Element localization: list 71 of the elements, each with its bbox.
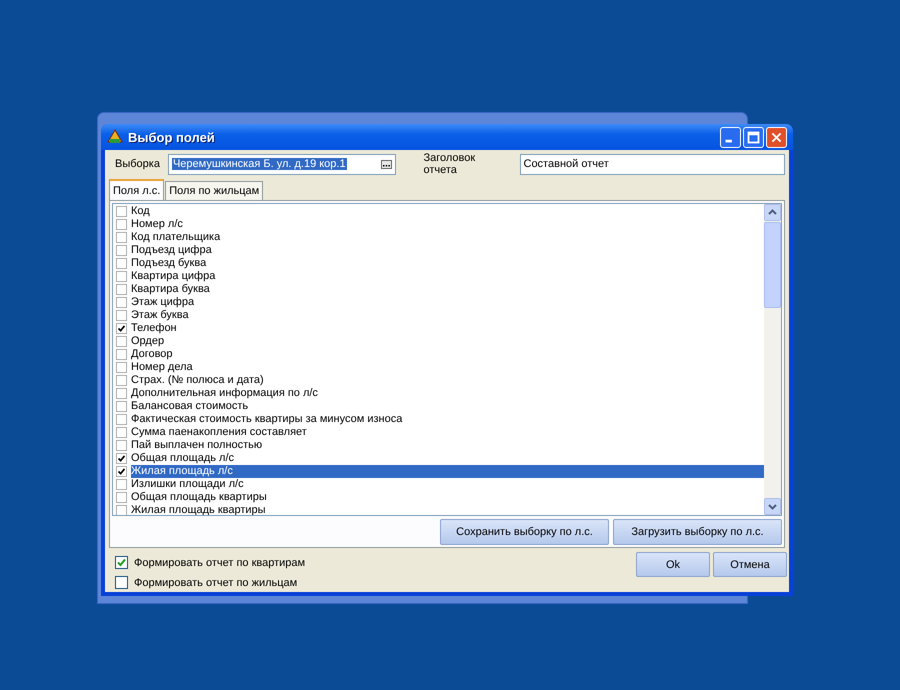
- checkbox[interactable]: [116, 492, 127, 503]
- scrollbar[interactable]: [764, 204, 781, 515]
- checkbox[interactable]: [116, 466, 127, 477]
- list-item[interactable]: Ордер: [113, 335, 764, 348]
- list-item[interactable]: Балансовая стоимость: [113, 400, 764, 413]
- checkbox[interactable]: [116, 245, 127, 256]
- list-item[interactable]: Номер дела: [113, 361, 764, 374]
- checkbox[interactable]: [116, 271, 127, 282]
- checkbox[interactable]: [116, 427, 127, 438]
- checkbox[interactable]: [116, 258, 127, 269]
- checkbox[interactable]: [116, 219, 127, 230]
- app-icon: [107, 129, 123, 145]
- list-item[interactable]: Подъезд буква: [113, 257, 764, 270]
- scroll-up-icon[interactable]: [764, 204, 781, 221]
- tab[interactable]: Поля по жильцам: [165, 181, 264, 200]
- checkbox[interactable]: [116, 336, 127, 347]
- report-title-field[interactable]: Составной отчет: [520, 154, 785, 174]
- list-item[interactable]: Телефон: [113, 322, 764, 335]
- checkbox[interactable]: [116, 284, 127, 295]
- dialog-button[interactable]: Ok: [636, 552, 710, 577]
- dialog-button[interactable]: Сохранить выборку по л.с.: [440, 519, 609, 545]
- checkbox[interactable]: [116, 505, 127, 515]
- dialog-button[interactable]: Загрузить выборку по л.с.: [613, 519, 782, 545]
- list-item[interactable]: Квартира цифра: [113, 270, 764, 283]
- list-item[interactable]: Общая площадь л/с: [113, 452, 764, 465]
- checkbox[interactable]: [116, 232, 127, 243]
- list-item[interactable]: Фактическая стоимость квартиры за минусом износа: [113, 413, 764, 426]
- field-label: Выборка: [115, 158, 160, 170]
- tab[interactable]: Поля л.с.: [109, 179, 164, 200]
- window-title: Выбор полей: [128, 130, 216, 144]
- list-item[interactable]: Излишки площади л/с: [113, 478, 764, 491]
- checkbox[interactable]: [115, 576, 128, 589]
- field-label: Заголовок отчета: [423, 152, 476, 176]
- list-item[interactable]: Код: [113, 205, 764, 218]
- close-icon[interactable]: [766, 126, 787, 148]
- option-label[interactable]: Формировать отчет по жильцам: [134, 576, 298, 588]
- checkbox[interactable]: [116, 479, 127, 490]
- minimize-icon[interactable]: [720, 126, 741, 148]
- list-item[interactable]: Страх. (№ полюса и дата): [113, 374, 764, 387]
- checkbox[interactable]: [116, 440, 127, 451]
- selection-field[interactable]: Черемушкинская Б. ул. д.19 кор.1: [168, 154, 396, 174]
- dialog-button[interactable]: Отмена: [713, 552, 787, 577]
- checkbox[interactable]: [116, 362, 127, 373]
- checkbox[interactable]: [116, 414, 127, 425]
- option-label[interactable]: Формировать отчет по квартирам: [134, 556, 306, 568]
- list-item[interactable]: Сумма паенакопления составляет: [113, 426, 764, 439]
- list-item[interactable]: Жилая площадь квартиры: [113, 504, 764, 515]
- list-item[interactable]: Этаж буква: [113, 309, 764, 322]
- list-item[interactable]: Договор: [113, 348, 764, 361]
- checkbox[interactable]: [116, 206, 127, 217]
- checkbox[interactable]: [116, 297, 127, 308]
- checkbox[interactable]: [116, 401, 127, 412]
- list-item[interactable]: Код плательщика: [113, 231, 764, 244]
- list-item[interactable]: Номер л/с: [113, 218, 764, 231]
- ellipsis-icon[interactable]: [380, 160, 392, 168]
- list-item[interactable]: Пай выплачен полностью: [113, 439, 764, 452]
- list-item[interactable]: Подъезд цифра: [113, 244, 764, 257]
- scroll-thumb[interactable]: [764, 222, 781, 308]
- checkbox[interactable]: [116, 323, 127, 334]
- checkbox[interactable]: [116, 375, 127, 386]
- checkbox[interactable]: [116, 349, 127, 360]
- checkbox[interactable]: [116, 453, 127, 464]
- maximize-icon[interactable]: [743, 126, 764, 148]
- scroll-down-icon[interactable]: [764, 498, 781, 515]
- checkbox[interactable]: [115, 556, 128, 569]
- list-item[interactable]: Этаж цифра: [113, 296, 764, 309]
- checkbox[interactable]: [116, 388, 127, 399]
- list-item[interactable]: Квартира буква: [113, 283, 764, 296]
- list-item[interactable]: Общая площадь квартиры: [113, 491, 764, 504]
- checkbox[interactable]: [116, 310, 127, 321]
- list-item[interactable]: Дополнительная информация по л/с: [113, 387, 764, 400]
